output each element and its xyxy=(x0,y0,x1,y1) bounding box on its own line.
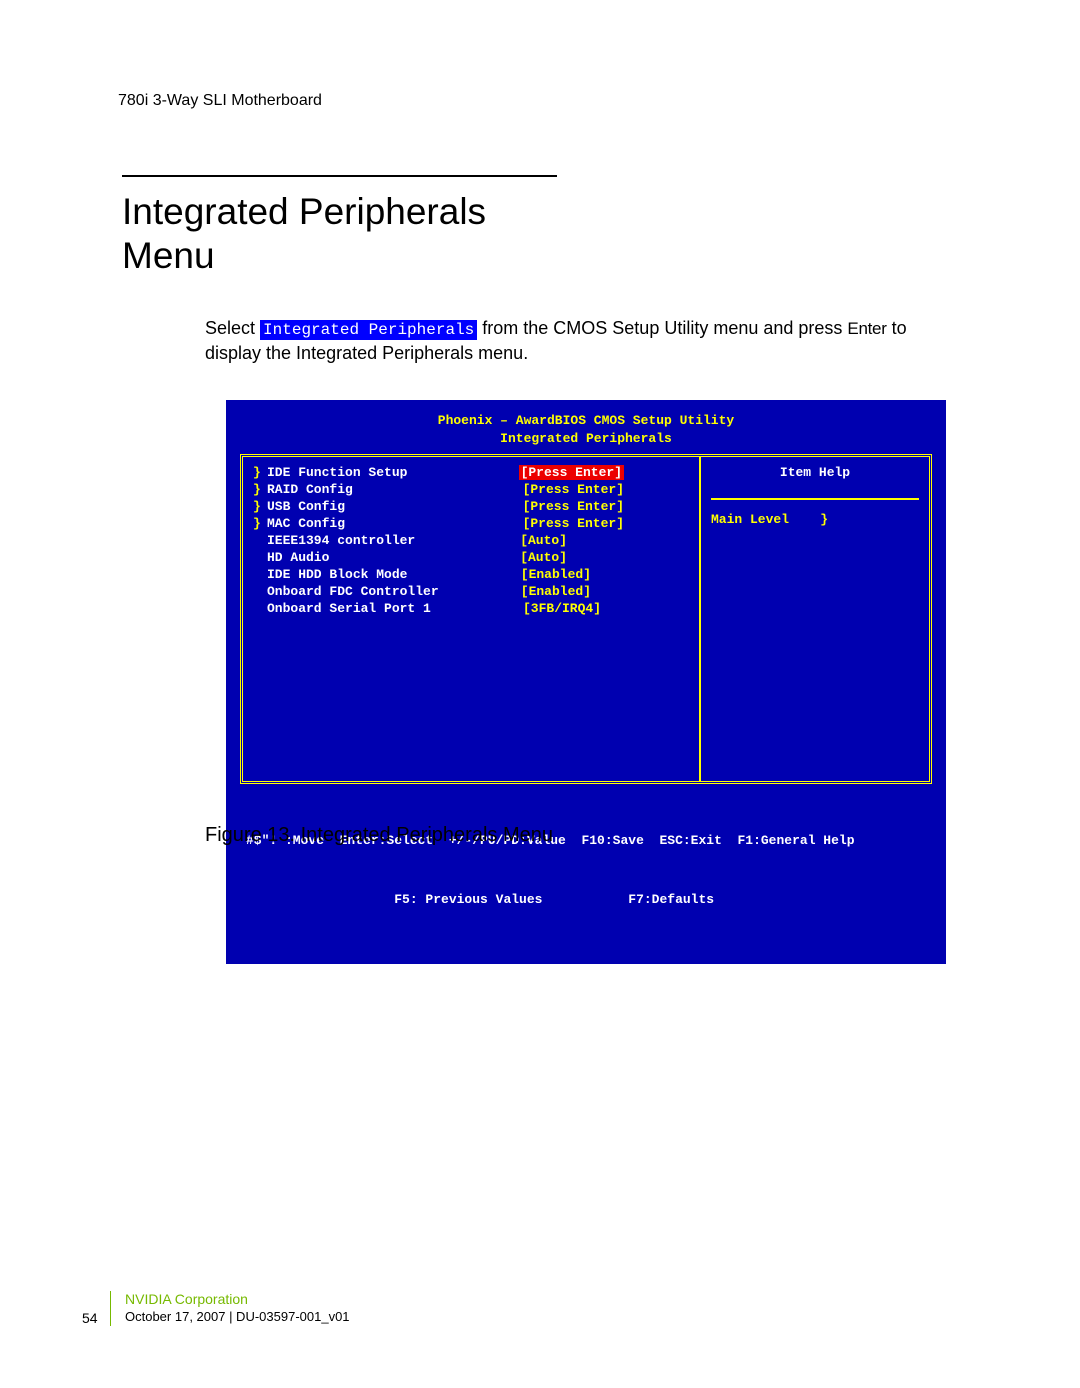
bios-help-title: Item Help xyxy=(711,465,919,480)
bios-header: Phoenix – AwardBIOS CMOS Setup Utility I… xyxy=(228,402,944,454)
bios-left-pane: } IDE Function Setup [Press Enter] } RAI… xyxy=(243,457,699,781)
bios-right-pane: Item Help Main Level } xyxy=(699,457,929,781)
bios-screenshot: Phoenix – AwardBIOS CMOS Setup Utility I… xyxy=(226,400,946,964)
body-enter: Enter xyxy=(847,319,886,338)
footer-line: NVIDIA Corporation October 17, 2007 | DU… xyxy=(110,1291,1080,1326)
bios-header-line1: Phoenix – AwardBIOS CMOS Setup Utility xyxy=(228,412,944,430)
bios-row-label: Onboard Serial Port 1 xyxy=(267,601,523,616)
bios-row-label: IEEE1394 controller xyxy=(267,533,520,548)
bios-row-label: HD Audio xyxy=(267,550,520,565)
bios-row-label: MAC Config xyxy=(267,516,523,531)
bios-help-level: Main Level } xyxy=(711,498,919,527)
title-line2: Menu xyxy=(122,235,215,276)
bios-row-marker: } xyxy=(253,482,267,497)
body-highlight: Integrated Peripherals xyxy=(260,320,477,340)
bios-row-value: [Enabled] xyxy=(521,567,591,582)
bios-row-value: [Press Enter] xyxy=(523,516,624,531)
bios-row: } USB Config [Press Enter] xyxy=(253,499,689,514)
bios-row: Onboard FDC Controller [Enabled] xyxy=(253,584,689,599)
bios-row-label: Onboard FDC Controller xyxy=(267,584,521,599)
bios-row-value: [Auto] xyxy=(520,550,567,565)
footer-date: October 17, 2007 | DU-03597-001_v01 xyxy=(125,1309,1080,1324)
body-pre: Select xyxy=(205,318,260,338)
bios-row-value: [Press Enter] xyxy=(523,482,624,497)
page-footer: NVIDIA Corporation October 17, 2007 | DU… xyxy=(0,1291,1080,1326)
page-number: 54 xyxy=(82,1310,98,1326)
body-mid: from the CMOS Setup Utility menu and pre… xyxy=(477,318,847,338)
bios-row: } RAID Config [Press Enter] xyxy=(253,482,689,497)
bios-header-line2: Integrated Peripherals xyxy=(228,430,944,448)
bios-row-marker: } xyxy=(253,465,267,480)
footer-corp: NVIDIA Corporation xyxy=(125,1291,1080,1307)
bios-row-marker xyxy=(253,567,267,582)
bios-row-label: IDE Function Setup xyxy=(267,465,519,480)
bios-inner: } IDE Function Setup [Press Enter] } RAI… xyxy=(240,454,932,784)
bios-row-marker: } xyxy=(253,516,267,531)
bios-row-marker: } xyxy=(253,499,267,514)
bios-row-marker xyxy=(253,550,267,565)
bios-row-pad xyxy=(624,465,689,480)
page-header: 780i 3-Way SLI Motherboard xyxy=(118,92,322,110)
bios-row-label: IDE HDD Block Mode xyxy=(267,567,521,582)
bios-row: HD Audio [Auto] xyxy=(253,550,689,565)
bios-row-label: USB Config xyxy=(267,499,523,514)
bios-row: } MAC Config [Press Enter] xyxy=(253,516,689,531)
bios-row-label: RAID Config xyxy=(267,482,523,497)
bios-row-pad xyxy=(624,482,689,497)
bios-row-pad xyxy=(624,516,689,531)
title-line1: Integrated Peripherals xyxy=(122,191,486,232)
bios-footer: #$"! :Move Enter:Select +/-/PU/PD:Value … xyxy=(228,784,944,962)
bios-row: IDE HDD Block Mode [Enabled] xyxy=(253,567,689,582)
bios-row-pad xyxy=(591,567,689,582)
bios-row: Onboard Serial Port 1 [3FB/IRQ4] xyxy=(253,601,689,616)
main-title: Integrated Peripherals Menu xyxy=(122,190,486,279)
title-divider xyxy=(122,175,557,177)
bios-row-value: [3FB/IRQ4] xyxy=(523,601,601,616)
bios-row-marker xyxy=(253,533,267,548)
bios-row: IEEE1394 controller [Auto] xyxy=(253,533,689,548)
bios-row-value: [Press Enter] xyxy=(523,499,624,514)
bios-row-marker xyxy=(253,601,267,616)
bios-row-pad xyxy=(591,584,689,599)
bios-row-pad xyxy=(567,550,689,565)
bios-footer-line2: F5: Previous Values F7:Defaults xyxy=(246,890,926,910)
bios-row-marker xyxy=(253,584,267,599)
body-paragraph: Select Integrated Peripherals from the C… xyxy=(205,316,925,367)
bios-row-pad xyxy=(601,601,689,616)
bios-row-value: [Press Enter] xyxy=(519,465,624,480)
bios-row-value: [Enabled] xyxy=(521,584,591,599)
figure-caption: Figure 13. Integrated Peripherals Menu xyxy=(205,824,553,847)
bios-row: } IDE Function Setup [Press Enter] xyxy=(253,465,689,480)
bios-row-pad xyxy=(567,533,689,548)
bios-row-pad xyxy=(624,499,689,514)
bios-row-value: [Auto] xyxy=(520,533,567,548)
